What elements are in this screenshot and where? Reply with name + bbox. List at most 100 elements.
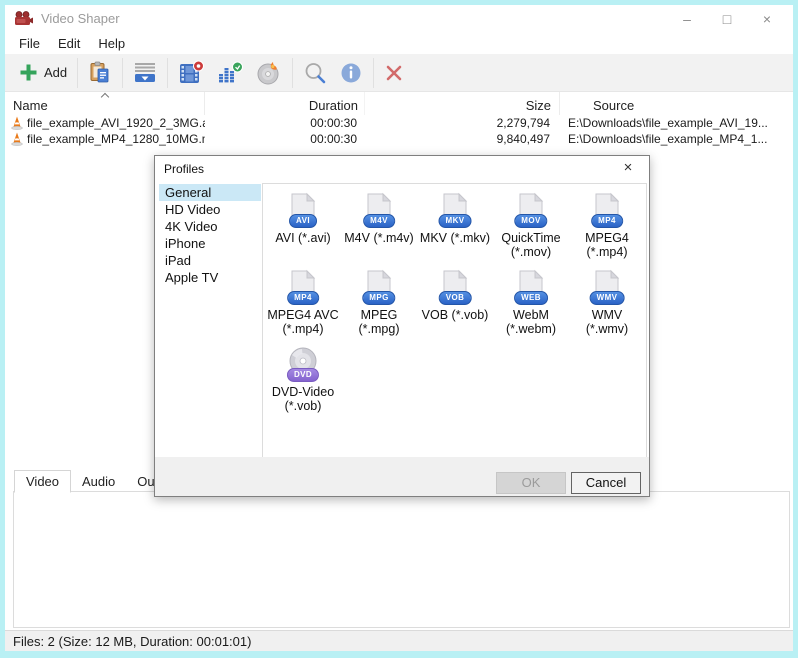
category-iphone[interactable]: iPhone xyxy=(159,235,261,252)
dialog-title: Profiles xyxy=(164,162,204,176)
profile-list-button[interactable] xyxy=(127,57,163,89)
profile-m4v[interactable]: M4V M4V (*.m4v) xyxy=(341,192,417,269)
vlc-cone-icon xyxy=(11,132,23,146)
file-type-icon: WEB xyxy=(514,291,548,306)
category-apple-tv[interactable]: Apple TV xyxy=(159,269,261,286)
plus-icon xyxy=(19,63,38,82)
column-header-source[interactable]: Source xyxy=(560,92,793,115)
delete-x-icon xyxy=(384,63,404,83)
file-size: 9,840,497 xyxy=(365,131,560,147)
film-strip-icon xyxy=(178,60,205,86)
format-badge: MPG xyxy=(362,291,395,305)
paste-icon xyxy=(88,61,112,85)
search-button[interactable] xyxy=(297,57,333,89)
file-list-header: Name Duration Size Source xyxy=(5,92,793,115)
file-row[interactable]: file_example_MP4_1280_10MG.m... 00:00:30… xyxy=(5,131,793,147)
profile-mkv[interactable]: MKV MKV (*.mkv) xyxy=(417,192,493,269)
burn-disc-button[interactable] xyxy=(250,57,288,89)
profile-mpeg[interactable]: MPG MPEG(*.mpg) xyxy=(341,269,417,346)
category-general[interactable]: General xyxy=(159,184,261,201)
format-badge: MOV xyxy=(514,214,547,228)
format-badge: M4V xyxy=(363,214,395,228)
video-settings-panel xyxy=(13,491,790,628)
toolbar-separator xyxy=(373,58,374,88)
menu-edit[interactable]: Edit xyxy=(49,36,89,51)
status-bar: Files: 2 (Size: 12 MB, Duration: 00:01:0… xyxy=(5,630,793,651)
toolbar: Add xyxy=(5,54,793,92)
disc-icon: DVD xyxy=(286,368,320,383)
file-type-icon: MP4 xyxy=(286,291,320,306)
column-header-duration[interactable]: Duration xyxy=(205,92,365,115)
toolbar-separator xyxy=(122,58,123,88)
close-button[interactable]: × xyxy=(747,11,787,27)
list-dropdown-icon xyxy=(133,61,157,85)
column-header-size[interactable]: Size xyxy=(365,92,560,115)
video-settings-button[interactable] xyxy=(172,57,211,89)
profile-category-list: General HD Video 4K Video iPhone iPad Ap… xyxy=(159,184,261,286)
profiles-dialog: Profiles × General HD Video 4K Video iPh… xyxy=(154,155,650,497)
maximize-button[interactable]: □ xyxy=(707,11,747,27)
add-button-label: Add xyxy=(44,65,67,80)
toolbar-separator xyxy=(167,58,168,88)
format-badge: AVI xyxy=(289,214,317,228)
equalizer-icon xyxy=(217,60,244,86)
profile-mpeg4-avc[interactable]: MP4 MPEG4 AVC(*.mp4) xyxy=(265,269,341,346)
menu-file[interactable]: File xyxy=(10,36,49,51)
format-badge: WMV xyxy=(590,291,625,305)
file-type-icon: MP4 xyxy=(590,214,624,229)
file-list: file_example_AVI_1920_2_3MG.avi 00:00:30… xyxy=(5,115,793,147)
profile-wmv[interactable]: WMV WMV(*.wmv) xyxy=(569,269,645,346)
dialog-title-bar: Profiles × xyxy=(155,156,649,182)
tab-video[interactable]: Video xyxy=(14,470,71,493)
category-ipad[interactable]: iPad xyxy=(159,252,261,269)
audio-settings-button[interactable] xyxy=(211,57,250,89)
profile-icons-panel: AVI AVI (*.avi) M4V M4V (*.m4v) MKV xyxy=(262,183,647,458)
status-text: Files: 2 (Size: 12 MB, Duration: 00:01:0… xyxy=(13,634,251,649)
ok-button[interactable]: OK xyxy=(496,472,566,494)
category-4k-video[interactable]: 4K Video xyxy=(159,218,261,235)
file-type-icon: M4V xyxy=(362,214,396,229)
file-duration: 00:00:30 xyxy=(205,131,365,147)
app-window: Video Shaper – □ × File Edit Help Add xyxy=(0,0,798,658)
tab-audio[interactable]: Audio xyxy=(71,472,126,492)
menu-help[interactable]: Help xyxy=(89,36,134,51)
add-button[interactable]: Add xyxy=(13,57,73,89)
format-badge: MKV xyxy=(439,214,472,228)
file-type-icon: MKV xyxy=(438,214,472,229)
info-icon xyxy=(339,61,363,85)
paste-button[interactable] xyxy=(82,57,118,89)
file-type-icon: MOV xyxy=(514,214,548,229)
search-icon xyxy=(303,61,327,85)
dialog-close-icon[interactable]: × xyxy=(618,159,638,176)
file-size: 2,279,794 xyxy=(365,115,560,131)
info-button[interactable] xyxy=(333,57,369,89)
delete-button[interactable] xyxy=(378,57,410,89)
format-badge: MP4 xyxy=(591,214,623,228)
file-type-icon: AVI xyxy=(286,214,320,229)
category-hd-video[interactable]: HD Video xyxy=(159,201,261,218)
burn-disc-icon xyxy=(256,60,282,86)
file-source: E:\Downloads\file_example_AVI_19... xyxy=(560,115,793,131)
cancel-button[interactable]: Cancel xyxy=(571,472,641,494)
file-name: file_example_AVI_1920_2_3MG.avi xyxy=(27,115,205,131)
profile-quicktime[interactable]: MOV QuickTime(*.mov) xyxy=(493,192,569,269)
file-duration: 00:00:30 xyxy=(205,115,365,131)
format-badge: MP4 xyxy=(287,291,319,305)
profile-webm[interactable]: WEB WebM(*.webm) xyxy=(493,269,569,346)
window-title: Video Shaper xyxy=(41,11,120,26)
file-name: file_example_MP4_1280_10MG.m... xyxy=(27,131,205,147)
vlc-cone-icon xyxy=(11,116,23,130)
profile-avi[interactable]: AVI AVI (*.avi) xyxy=(265,192,341,269)
file-type-icon: VOB xyxy=(438,291,472,306)
file-row[interactable]: file_example_AVI_1920_2_3MG.avi 00:00:30… xyxy=(5,115,793,131)
column-header-name[interactable]: Name xyxy=(5,92,205,115)
toolbar-separator xyxy=(77,58,78,88)
profile-mpeg4[interactable]: MP4 MPEG4(*.mp4) xyxy=(569,192,645,269)
profile-vob[interactable]: VOB VOB (*.vob) xyxy=(417,269,493,346)
format-badge: WEB xyxy=(514,291,548,305)
title-bar: Video Shaper – □ × xyxy=(5,5,793,32)
toolbar-separator xyxy=(292,58,293,88)
minimize-button[interactable]: – xyxy=(667,11,707,27)
format-badge: VOB xyxy=(439,291,472,305)
profile-dvd-video[interactable]: DVD DVD-Video(*.vob) xyxy=(265,346,341,423)
